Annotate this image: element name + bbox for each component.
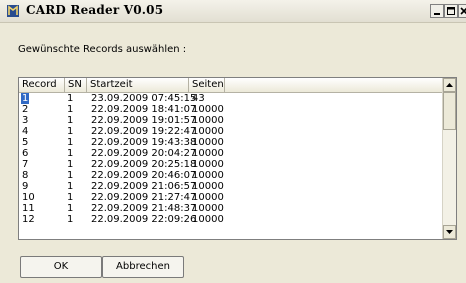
table-row[interactable]: 11 1 22.09.2009 21:48:37 10000 <box>19 203 442 214</box>
scroll-thumb[interactable] <box>443 92 456 130</box>
cell-record: 10 <box>22 192 35 203</box>
cell-sn: 1 <box>67 115 74 126</box>
arrow-up-icon <box>446 83 453 87</box>
cell-startzeit: 22.09.2009 20:25:18 <box>91 159 197 170</box>
cell-seiten: 10000 <box>192 214 224 225</box>
scroll-up-button[interactable] <box>443 78 456 92</box>
cell-sn: 1 <box>67 192 74 203</box>
cell-record: 2 <box>22 104 29 115</box>
table-row[interactable]: 8 1 22.09.2009 20:46:07 10000 <box>19 170 442 181</box>
table-row[interactable]: 3 1 22.09.2009 19:01:57 10000 <box>19 115 442 126</box>
table-row[interactable]: 1 1 23.09.2009 07:45:15 43 <box>19 93 442 104</box>
cell-sn: 1 <box>67 214 74 225</box>
minimize-icon <box>434 13 440 15</box>
close-icon <box>460 7 466 15</box>
table-row[interactable]: 5 1 22.09.2009 19:43:38 10000 <box>19 137 442 148</box>
vertical-scrollbar[interactable] <box>442 78 456 239</box>
cell-startzeit: 22.09.2009 20:46:07 <box>91 170 197 181</box>
table-row[interactable]: 6 1 22.09.2009 20:04:27 10000 <box>19 148 442 159</box>
cell-startzeit: 22.09.2009 19:43:38 <box>91 137 197 148</box>
cell-startzeit: 22.09.2009 21:06:57 <box>91 181 197 192</box>
cell-sn: 1 <box>67 93 74 104</box>
cell-record: 4 <box>22 126 29 137</box>
minimize-button[interactable] <box>430 4 444 18</box>
cell-startzeit: 22.09.2009 21:48:37 <box>91 203 197 214</box>
cell-startzeit: 22.09.2009 20:04:27 <box>91 148 197 159</box>
cell-seiten: 10000 <box>192 170 224 181</box>
cell-seiten: 10000 <box>192 203 224 214</box>
cell-sn: 1 <box>67 104 74 115</box>
cell-seiten: 10000 <box>192 126 224 137</box>
dialog-window: CARD Reader V0.05 Gewünschte Records aus… <box>0 0 466 283</box>
table-row[interactable]: 12 1 22.09.2009 22:09:26 10000 <box>19 214 442 225</box>
cell-seiten: 10000 <box>192 181 224 192</box>
cell-record: 9 <box>22 181 29 192</box>
cell-startzeit: 23.09.2009 07:45:15 <box>91 93 197 104</box>
records-list[interactable]: Record SN Startzeit Seiten 1 1 23.09.2009 … <box>18 77 457 240</box>
cell-startzeit: 22.09.2009 18:41:07 <box>91 104 197 115</box>
cell-startzeit: 22.09.2009 21:27:47 <box>91 192 197 203</box>
table-row[interactable]: 10 1 22.09.2009 21:27:47 10000 <box>19 192 442 203</box>
column-header-startzeit[interactable]: Startzeit <box>87 78 189 92</box>
cell-seiten: 10000 <box>192 192 224 203</box>
cell-startzeit: 22.09.2009 22:09:26 <box>91 214 197 225</box>
cell-sn: 1 <box>67 203 74 214</box>
selection-prompt: Gewünschte Records auswählen : <box>18 44 187 55</box>
app-icon <box>6 4 20 18</box>
cell-startzeit: 22.09.2009 19:01:57 <box>91 115 197 126</box>
cell-seiten: 10000 <box>192 104 224 115</box>
column-header-seiten[interactable]: Seiten <box>189 78 225 92</box>
maximize-button[interactable] <box>444 4 458 18</box>
cell-record: 6 <box>22 148 29 159</box>
column-header-record[interactable]: Record <box>19 78 65 92</box>
maximize-icon <box>447 7 455 15</box>
table-row[interactable]: 2 1 22.09.2009 18:41:07 10000 <box>19 104 442 115</box>
cell-sn: 1 <box>67 137 74 148</box>
table-row[interactable]: 9 1 22.09.2009 21:06:57 10000 <box>19 181 442 192</box>
table-row[interactable]: 7 1 22.09.2009 20:25:18 10000 <box>19 159 442 170</box>
cell-seiten: 10000 <box>192 115 224 126</box>
column-header-sn[interactable]: SN <box>65 78 87 92</box>
cell-seiten: 10000 <box>192 137 224 148</box>
cell-sn: 1 <box>67 126 74 137</box>
ok-button[interactable]: OK <box>20 256 102 278</box>
list-header: Record SN Startzeit Seiten <box>19 78 456 93</box>
cell-record: 11 <box>22 203 35 214</box>
cell-record: 3 <box>22 115 29 126</box>
cell-seiten: 10000 <box>192 148 224 159</box>
cell-record: 5 <box>22 137 29 148</box>
close-button[interactable] <box>458 4 466 18</box>
cell-record: 1 <box>21 93 30 104</box>
list-body: 1 1 23.09.2009 07:45:15 43 2 1 22.09.2009 18:4… <box>19 93 442 239</box>
arrow-down-icon <box>446 230 453 234</box>
window-title: CARD Reader V0.05 <box>26 3 164 17</box>
cell-sn: 1 <box>67 159 74 170</box>
cell-seiten: 10000 <box>192 159 224 170</box>
cell-sn: 1 <box>67 181 74 192</box>
cancel-button[interactable]: Abbrechen <box>102 256 184 278</box>
cell-sn: 1 <box>67 148 74 159</box>
cell-startzeit: 22.09.2009 19:22:47 <box>91 126 197 137</box>
cell-record: 7 <box>22 159 29 170</box>
table-row[interactable]: 4 1 22.09.2009 19:22:47 10000 <box>19 126 442 137</box>
cell-record: 8 <box>22 170 29 181</box>
cell-record: 12 <box>22 214 35 225</box>
cell-seiten: 43 <box>192 93 205 104</box>
cell-sn: 1 <box>67 170 74 181</box>
scroll-down-button[interactable] <box>443 225 456 239</box>
title-bar[interactable]: CARD Reader V0.05 <box>0 0 466 23</box>
